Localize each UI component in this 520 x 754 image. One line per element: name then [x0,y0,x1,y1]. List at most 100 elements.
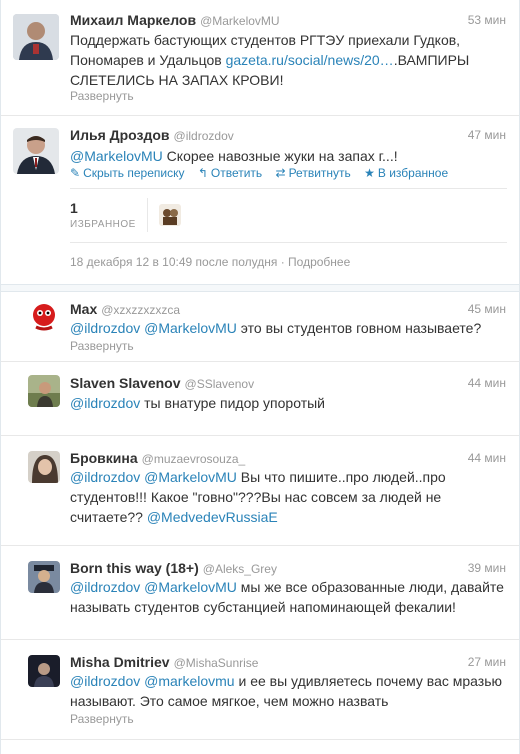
reply-misha[interactable]: Misha Dmitriev @MishaSunrise 27 мин @ildr… [1,640,519,740]
tweet-header: Илья Дроздов @ildrozdov [70,127,234,143]
tweet-time[interactable]: 53 мин [468,13,506,27]
avatar-image [28,655,60,687]
favoriter-avatar[interactable] [159,204,181,226]
avatar-image [159,204,181,226]
text-body: называют. Это самое мягкое, чем можно на… [70,693,389,709]
mention-link[interactable]: @MedvedevRussiaE [147,509,278,525]
tweet-thread: Михаил Маркелов @MarkelovMU 53 мин Поддер… [0,0,520,754]
action-label: Ответить [210,166,263,180]
mention-link[interactable]: @ildrozdov [70,395,140,411]
text-line: Пономарев и Удальцов [70,52,226,68]
news-link[interactable]: gazeta.ru/social/news/20… [226,52,394,68]
text-body: Скорее навозные жуки на запах г...! [162,148,398,164]
mention-link[interactable]: @ildrozdov [70,673,140,689]
user-name[interactable]: Илья Дроздов [70,127,170,143]
tweet-markelov[interactable]: Михаил Маркелов @MarkelovMU 53 мин Поддер… [1,0,519,116]
user-handle[interactable]: @MishaSunrise [174,656,259,670]
tweet-time[interactable]: 45 мин [468,302,506,316]
reply-brovkina[interactable]: Бровкина @muzaevrosouza_ 44 мин @ildrozdo… [1,436,519,546]
tweet-text: @ildrozdov @markelovmu и ее вы удивляете… [70,671,510,711]
text-body: Вы что пишите..про людей..про [236,469,446,485]
text-line: Поддержать бастующих студентов РГТЭУ при… [70,32,461,48]
mention-link[interactable]: @markelovmu [144,673,234,689]
expand-link[interactable]: Развернуть [70,89,134,103]
tweet-text: @ildrozdov ты внатуре пидор упоротый [70,393,510,413]
retweet-icon: ⇄ [275,166,286,180]
user-handle[interactable]: @SSlavenov [185,377,255,391]
text-body: мы же все образованные люди, давайте [236,579,504,595]
mention-link[interactable]: @ildrozdov [70,320,140,336]
tweet-time[interactable]: 27 мин [468,655,506,669]
reply-icon: ↰ [197,166,208,180]
hide-conversation-button[interactable]: ✎ Скрыть переписку [70,166,184,180]
reply-button[interactable]: ↰ Ответить [198,166,262,180]
user-name[interactable]: Max [70,301,97,317]
tweet-text: Поддержать бастующих студентов РГТЭУ при… [70,30,510,90]
divider [70,188,507,189]
tweet-actions: ✎ Скрыть переписку ↰ Ответить ⇄ Ретвитнуть … [70,166,458,180]
text-line: СЛЕТЕЛИСЬ НА ЗАПАХ КРОВИ! [70,72,284,88]
avatar[interactable] [28,451,60,483]
thread-separator [1,284,519,292]
mention-link[interactable]: @MarkelovMU [144,469,237,485]
favorite-button[interactable]: ★ В избранное [364,166,448,180]
favorites-count[interactable]: 1 [70,200,78,216]
user-handle[interactable]: @ildrozdov [174,129,234,143]
expand-link[interactable]: Развернуть [70,339,134,353]
avatar-image [13,128,59,174]
reply-born-this-way[interactable]: Born this way (18+) @Aleks_Grey 39 мин @i… [1,546,519,640]
stats-divider [147,198,148,232]
avatar[interactable] [28,300,60,332]
avatar[interactable] [28,561,60,593]
expand-link[interactable]: Развернуть [70,712,134,726]
mention-link[interactable]: @ildrozdov [70,469,140,485]
mention-link[interactable]: @MarkelovMU [70,148,163,164]
tweet-header: Misha Dmitriev @MishaSunrise [70,654,258,670]
avatar-image [28,451,60,483]
tweet-time[interactable]: 44 мин [468,376,506,390]
tweet-time[interactable]: 47 мин [468,128,506,142]
text-body: и ее вы удивляетесь почему вас мразью [234,673,503,689]
action-label: Скрыть переписку [83,166,185,180]
tweet-text: @MarkelovMU Скорее навозные жуки на запа… [70,146,510,166]
favorites-label[interactable]: ИЗБРАННОЕ [70,219,136,230]
user-handle[interactable]: @muzaevrosouza_ [142,452,246,466]
tweet-date[interactable]: 18 декабря 12 в 10:49 после полудня · По… [70,255,350,269]
user-name[interactable]: Born this way (18+) [70,560,199,576]
tweet-drozdov[interactable]: Илья Дроздов @ildrozdov 47 мин @MarkelovM… [1,116,519,284]
favorite-icon: ★ [364,166,375,180]
retweet-button[interactable]: ⇄ Ретвитнуть [276,166,351,180]
user-name[interactable]: Бровкина [70,450,138,466]
mention-link[interactable]: @MarkelovMU [144,320,237,336]
avatar[interactable] [28,655,60,687]
tweet-header: Бровкина @muzaevrosouza_ [70,450,245,466]
avatar-image [28,300,60,332]
action-label: Ретвитнуть [288,166,351,180]
divider [70,242,507,243]
avatar-image [28,561,60,593]
tweet-time[interactable]: 39 мин [468,561,506,575]
text-body: студентов!!! Какое "говно"???Вы нас совс… [70,489,442,505]
avatar[interactable] [13,14,59,60]
reply-slaven[interactable]: Slaven Slavenov @SSlavenov 44 мин @ildroz… [1,362,519,436]
mention-link[interactable]: @ildrozdov [70,579,140,595]
mention-link[interactable]: @MarkelovMU [144,579,237,595]
avatar[interactable] [28,375,60,407]
text-line: .ВАМПИРЫ [393,52,470,68]
user-name[interactable]: Михаил Маркелов [70,12,196,28]
tweet-header: Max @xzxzzxzxzca [70,301,180,317]
tweet-text: @ildrozdov @MarkelovMU мы же все образов… [70,577,510,617]
tweet-text: @ildrozdov @MarkelovMU это вы студентов … [70,318,510,338]
tweet-header: Born this way (18+) @Aleks_Grey [70,560,277,576]
tweet-text: @ildrozdov @MarkelovMU Вы что пишите..пр… [70,467,510,527]
tweet-time[interactable]: 44 мин [468,451,506,465]
text-body: считаете?? [70,509,147,525]
conversation-icon: ✎ [70,166,81,180]
avatar[interactable] [13,128,59,174]
user-name[interactable]: Slaven Slavenov [70,375,181,391]
user-handle[interactable]: @Aleks_Grey [203,562,277,576]
reply-max[interactable]: Max @xzxzzxzxzca 45 мин @ildrozdov @Marke… [1,292,519,362]
user-name[interactable]: Misha Dmitriev [70,654,170,670]
user-handle[interactable]: @MarkelovMU [200,14,280,28]
user-handle[interactable]: @xzxzzxzxzca [101,303,180,317]
